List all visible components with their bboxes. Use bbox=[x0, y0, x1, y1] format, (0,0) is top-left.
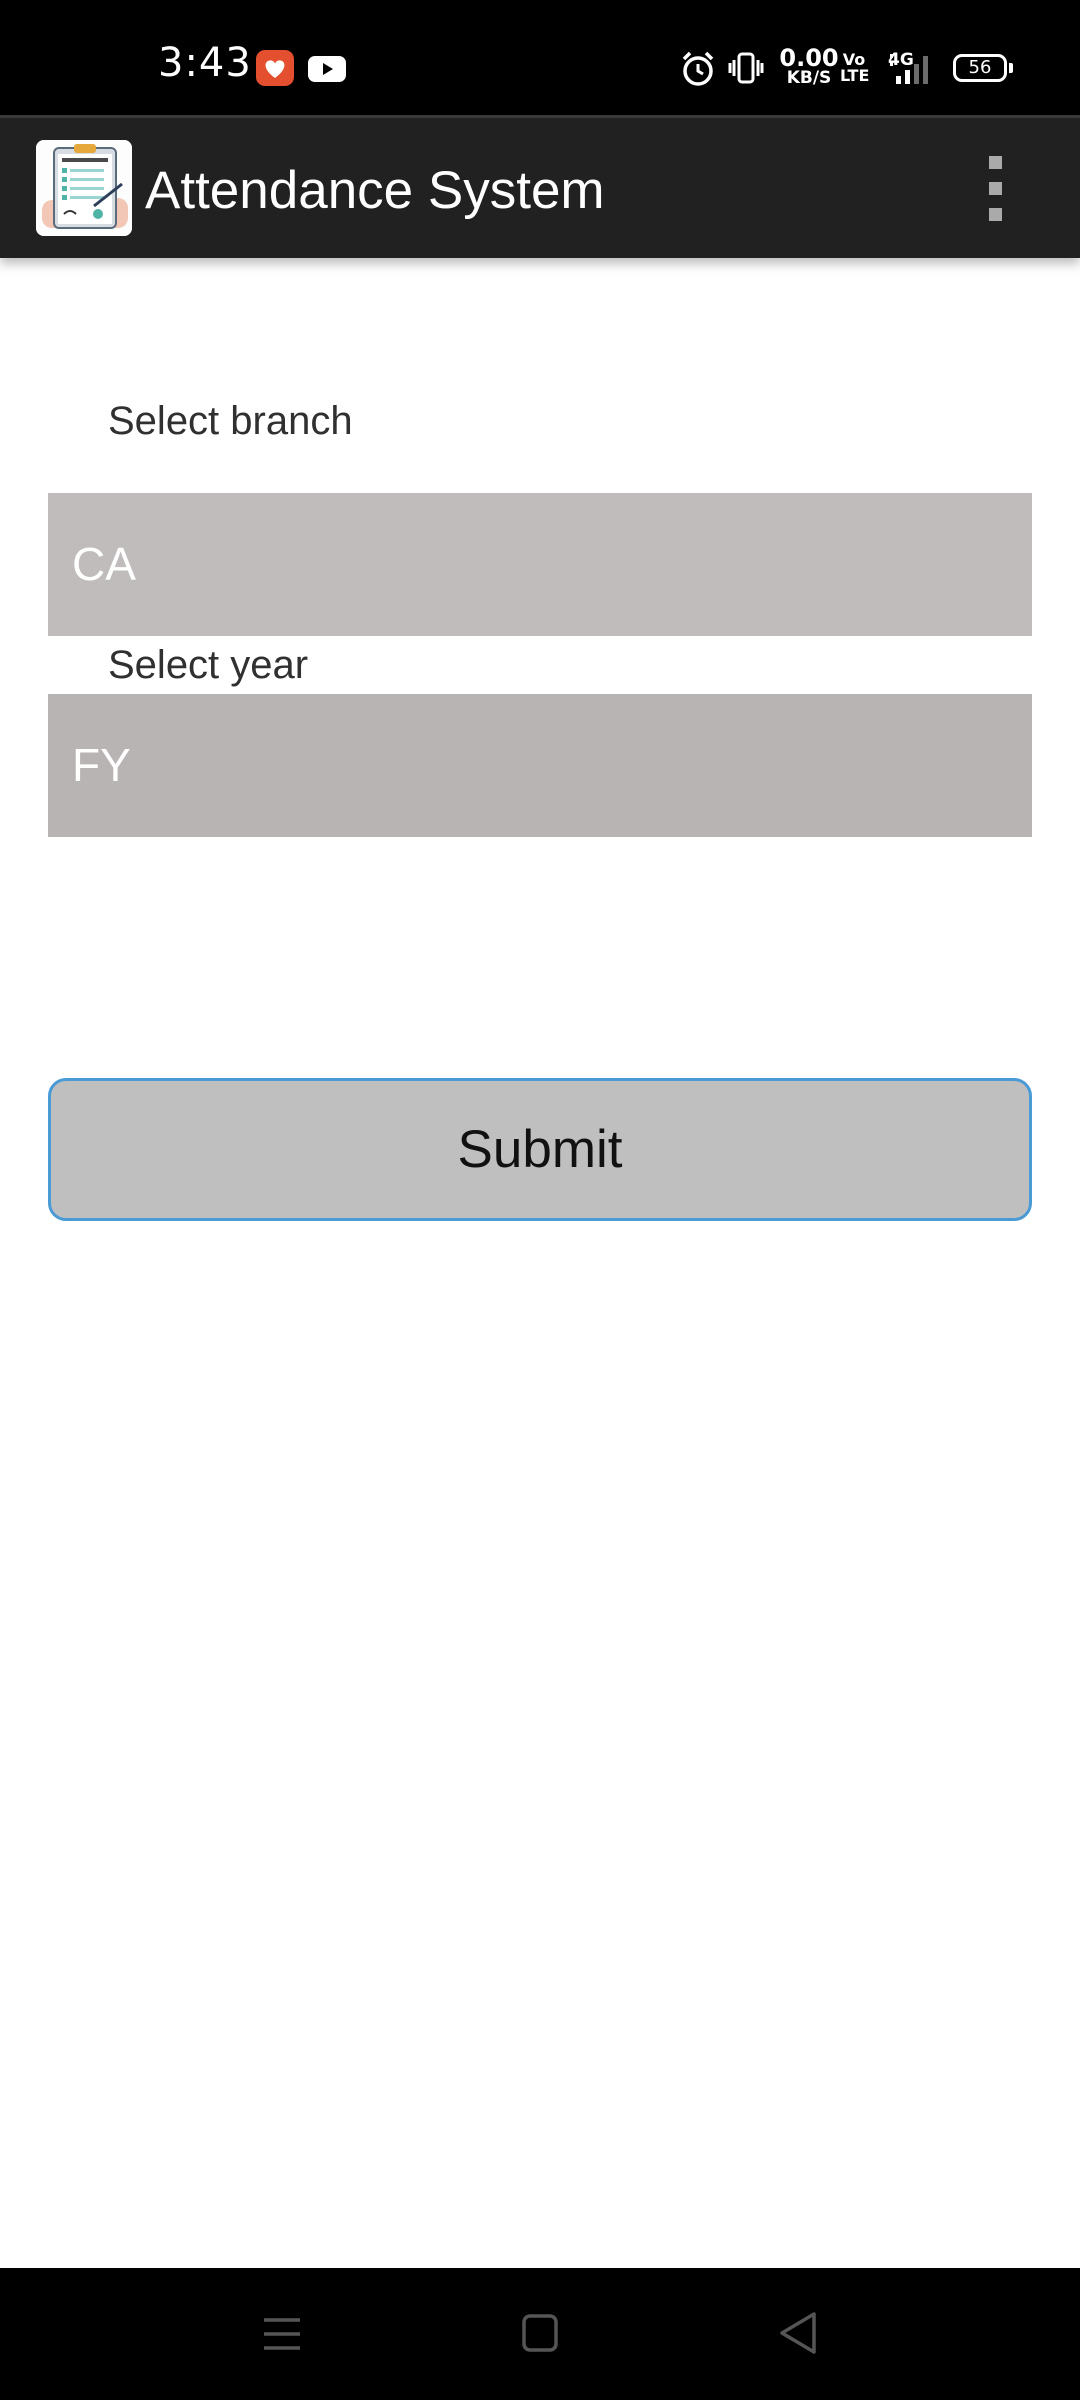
network-speed-unit: KB/S bbox=[786, 68, 832, 88]
more-vertical-icon[interactable] bbox=[975, 154, 1015, 224]
back-icon[interactable] bbox=[758, 2298, 838, 2370]
year-label: Select year bbox=[108, 643, 309, 687]
year-spinner[interactable]: FY bbox=[48, 694, 1032, 837]
alarm-icon bbox=[680, 50, 716, 88]
menu-icon[interactable] bbox=[242, 2298, 322, 2370]
screen: 3:43 0.00 KB/S Vo LTE 4G 56 Attendance S… bbox=[0, 0, 1080, 2400]
battery-icon: 56 bbox=[953, 54, 1013, 82]
vibrate-icon bbox=[728, 50, 764, 88]
volte-bottom: LTE bbox=[840, 66, 870, 85]
signal-icon bbox=[888, 52, 938, 86]
branch-spinner-value: CA bbox=[72, 538, 136, 590]
volte-indicator: Vo LTE bbox=[840, 52, 870, 85]
home-icon[interactable] bbox=[500, 2298, 580, 2370]
network-speed: 0.00 KB/S bbox=[776, 46, 842, 87]
status-bar: 3:43 0.00 KB/S Vo LTE 4G 56 bbox=[0, 0, 1080, 115]
network-speed-value: 0.00 bbox=[779, 44, 839, 72]
battery-level: 56 bbox=[968, 57, 992, 78]
submit-button[interactable]: Submit bbox=[48, 1078, 1032, 1221]
youtube-icon bbox=[308, 56, 346, 82]
navigation-bar bbox=[0, 2268, 1080, 2400]
app-title: Attendance System bbox=[145, 161, 605, 220]
status-time: 3:43 bbox=[158, 40, 252, 86]
health-app-icon bbox=[256, 50, 294, 86]
attendance-clipboard-icon bbox=[36, 140, 132, 236]
branch-label: Select branch bbox=[108, 399, 353, 443]
year-spinner-value: FY bbox=[72, 739, 131, 791]
app-bar: Attendance System bbox=[0, 115, 1080, 258]
branch-spinner[interactable]: CA bbox=[48, 493, 1032, 636]
